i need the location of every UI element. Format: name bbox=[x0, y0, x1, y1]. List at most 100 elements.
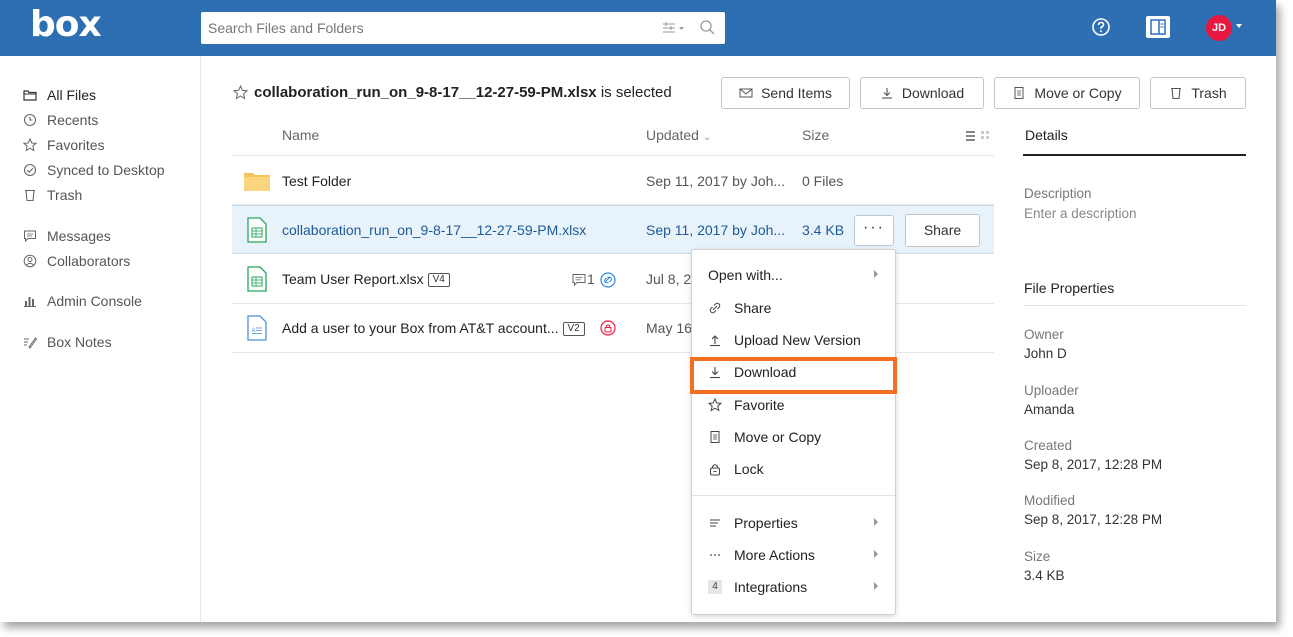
menu-item-upload-new-version[interactable]: Upload New Version bbox=[708, 329, 888, 351]
selected-suffix: is selected bbox=[600, 84, 672, 101]
sort-chevron-icon: ⌄ bbox=[702, 132, 712, 143]
menu-item-label: Upload New Version bbox=[734, 332, 861, 348]
menu-item-more-actions[interactable]: More Actions bbox=[708, 544, 888, 566]
trash-button[interactable]: Trash bbox=[1150, 77, 1246, 109]
menu-item-favorite[interactable]: Favorite bbox=[708, 394, 888, 416]
menu-item-open-with[interactable]: Open with... bbox=[708, 264, 888, 286]
bar-chart-icon bbox=[24, 297, 36, 307]
trash-icon bbox=[1171, 87, 1182, 100]
sidebar-item-label: Favorites bbox=[47, 137, 105, 153]
menu-item-label: Share bbox=[734, 300, 772, 316]
star-icon[interactable] bbox=[233, 85, 248, 100]
download-highlight-box bbox=[690, 357, 897, 394]
version-badge[interactable]: V2 bbox=[562, 322, 585, 337]
row-size: 3.4 KB bbox=[802, 222, 845, 238]
move-or-copy-button[interactable]: Move or Copy bbox=[994, 77, 1140, 109]
integrations-count-badge: 4 bbox=[708, 580, 722, 594]
search-box[interactable] bbox=[201, 12, 725, 44]
app-window: box JD bbox=[0, 0, 1276, 622]
send-items-label: Send Items bbox=[761, 85, 832, 101]
sidebar-item-label: Messages bbox=[47, 228, 111, 244]
sidebar-item-favorites[interactable]: Favorites bbox=[23, 135, 105, 155]
star-icon bbox=[708, 398, 722, 412]
row-updated: Sep 11, 2017 by Joh... bbox=[646, 173, 786, 189]
sidebar-item-synced[interactable]: Synced to Desktop bbox=[23, 160, 165, 180]
sidebar-item-label: Collaborators bbox=[47, 253, 131, 269]
sidebar-item-recents[interactable]: Recents bbox=[23, 110, 98, 130]
lock-icon[interactable] bbox=[600, 320, 616, 336]
column-size[interactable]: Size bbox=[802, 127, 829, 143]
clock-icon bbox=[23, 113, 37, 127]
spreadsheet-icon bbox=[247, 266, 267, 292]
created-label: Created bbox=[1024, 438, 1073, 453]
sidebar-item-all-files[interactable]: All Files bbox=[23, 85, 96, 105]
menu-item-label: Integrations bbox=[734, 579, 808, 595]
shared-link-icon[interactable] bbox=[600, 272, 616, 288]
menu-item-lock[interactable]: Lock bbox=[708, 458, 888, 480]
context-menu: Open with... Share Upload New Version Do… bbox=[691, 249, 896, 615]
chevron-right-icon bbox=[874, 582, 878, 590]
user-circle-icon bbox=[23, 254, 37, 268]
menu-item-share[interactable]: Share bbox=[708, 297, 888, 319]
share-button[interactable]: Share bbox=[905, 214, 980, 247]
column-name[interactable]: Name bbox=[282, 127, 319, 143]
sidebar-item-label: Synced to Desktop bbox=[47, 162, 165, 178]
chevron-right-icon bbox=[874, 550, 878, 558]
created-value: Sep 8, 2017, 12:28 PM bbox=[1024, 457, 1163, 472]
filter-icon[interactable] bbox=[661, 20, 685, 36]
lock-icon bbox=[709, 464, 721, 476]
menu-item-label: Move or Copy bbox=[734, 429, 822, 445]
sidebar-item-label: Box Notes bbox=[47, 334, 112, 350]
sidebar-item-box-notes[interactable]: Box Notes bbox=[23, 332, 112, 352]
menu-item-label: Properties bbox=[734, 515, 798, 531]
uploader-value: Amanda bbox=[1024, 402, 1075, 417]
trash-icon bbox=[25, 189, 35, 202]
search-input[interactable] bbox=[201, 12, 638, 44]
chevron-right-icon bbox=[874, 518, 878, 526]
list-view-icon[interactable] bbox=[964, 130, 992, 142]
send-items-button[interactable]: Send Items bbox=[721, 77, 850, 109]
download-button[interactable]: Download bbox=[860, 77, 984, 109]
selected-filename: collaboration_run_on_9-8-17__12-27-59-PM… bbox=[254, 84, 597, 101]
sidebar-item-admin-console[interactable]: Admin Console bbox=[23, 291, 142, 311]
sidebar-item-messages[interactable]: Messages bbox=[23, 226, 111, 246]
column-updated[interactable]: Updated ⌄ bbox=[646, 127, 711, 143]
modified-label: Modified bbox=[1024, 493, 1076, 508]
upload-icon bbox=[710, 335, 720, 347]
help-icon[interactable] bbox=[1091, 17, 1111, 37]
row-name[interactable]: Test Folder bbox=[282, 173, 351, 189]
more-options-button[interactable]: ··· bbox=[854, 215, 894, 246]
row-name[interactable]: Team User Report.xlsx V4 bbox=[282, 271, 450, 288]
avatar-caret-icon[interactable] bbox=[1236, 24, 1242, 28]
star-icon bbox=[23, 138, 37, 152]
menu-item-integrations[interactable]: 4 Integrations bbox=[708, 576, 888, 598]
sidebar: All Files Recents Favorites Synced to De… bbox=[0, 56, 201, 622]
table-row[interactable]: Test Folder Sep 11, 2017 by Joh... 0 Fil… bbox=[232, 156, 994, 205]
menu-item-move-or-copy[interactable]: Move or Copy bbox=[708, 426, 888, 448]
selection-title: collaboration_run_on_9-8-17__12-27-59-PM… bbox=[233, 84, 672, 101]
description-field[interactable]: Enter a description bbox=[1024, 206, 1137, 221]
box-logo[interactable]: box bbox=[30, 4, 102, 45]
version-badge[interactable]: V4 bbox=[427, 273, 450, 288]
comment-count: 1 bbox=[587, 271, 595, 287]
uploader-label: Uploader bbox=[1024, 383, 1079, 398]
menu-item-properties[interactable]: Properties bbox=[708, 512, 888, 534]
avatar[interactable]: JD bbox=[1206, 15, 1232, 41]
details-tab[interactable]: Details bbox=[1025, 127, 1068, 143]
pen-icon bbox=[24, 337, 37, 349]
chevron-right-icon bbox=[874, 270, 878, 278]
copy-icon bbox=[710, 431, 720, 443]
trash-label: Trash bbox=[1191, 85, 1227, 101]
row-name[interactable]: Add a user to your Box from AT&T account… bbox=[282, 320, 585, 337]
sidebar-item-label: Trash bbox=[47, 187, 83, 203]
details-panel-toggle-icon[interactable] bbox=[1146, 16, 1170, 38]
table-row-selected[interactable]: collaboration_run_on_9-8-17__12-27-59-PM… bbox=[232, 205, 994, 254]
modified-value: Sep 8, 2017, 12:28 PM bbox=[1024, 512, 1163, 527]
sidebar-item-collaborators[interactable]: Collaborators bbox=[23, 251, 130, 271]
message-icon bbox=[24, 230, 36, 243]
search-icon[interactable] bbox=[699, 19, 715, 35]
row-name[interactable]: collaboration_run_on_9-8-17__12-27-59-PM… bbox=[282, 222, 586, 238]
sidebar-item-trash[interactable]: Trash bbox=[23, 185, 82, 205]
row-size: 0 Files bbox=[802, 173, 844, 189]
comment-icon[interactable] bbox=[572, 273, 586, 287]
